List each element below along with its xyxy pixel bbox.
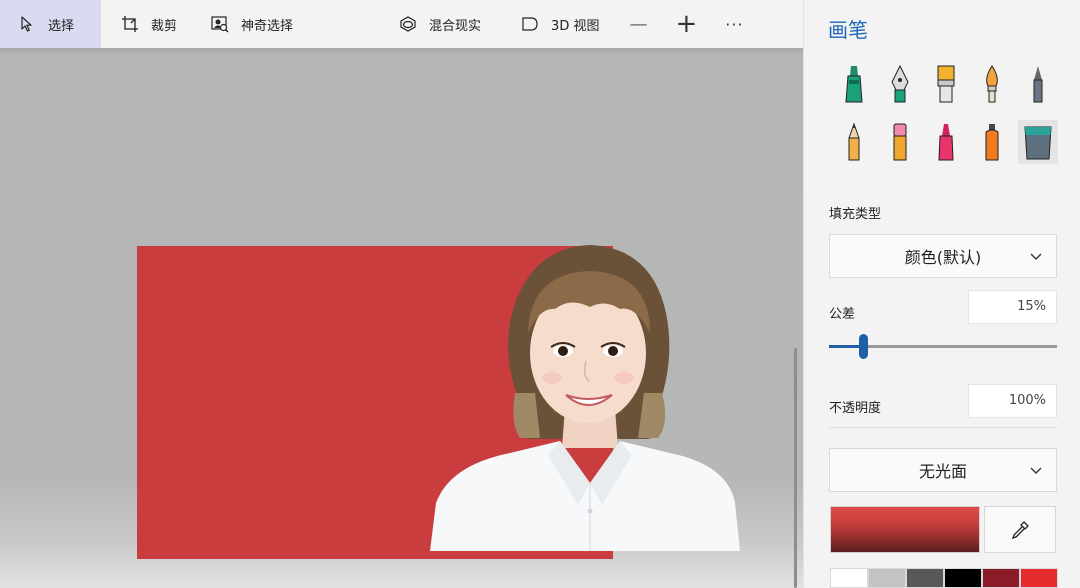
pencil-brush-button[interactable]: [1018, 62, 1058, 106]
crop-icon: [121, 15, 139, 33]
color-swatches: [830, 568, 1058, 588]
tolerance-slider-fill: [829, 345, 863, 348]
color-swatch[interactable]: [906, 568, 944, 588]
eraser-brush-button[interactable]: [880, 120, 920, 164]
finish-dropdown[interactable]: 无光面: [829, 448, 1057, 492]
brush-grid: [834, 62, 1064, 164]
pencil-icon: [1033, 66, 1043, 103]
tolerance-slider-thumb[interactable]: [859, 334, 868, 359]
magic-select-label: 神奇选择: [241, 18, 294, 34]
top-toolbar: 选择 裁剪 神奇选择 混合现实 3D 视图 — + ···: [0, 0, 803, 48]
tolerance-input[interactable]: 15%: [968, 290, 1057, 324]
watercolor-brush-button[interactable]: [972, 62, 1012, 106]
select-tool-button[interactable]: 选择: [0, 0, 101, 48]
toolbar-shadow: [0, 48, 803, 54]
mixed-reality-button[interactable]: 混合现实: [381, 0, 497, 48]
fill-bucket-icon: [1024, 126, 1052, 160]
magic-select-icon: [211, 15, 229, 33]
3d-view-icon: [521, 15, 539, 33]
marker-icon: [845, 66, 863, 103]
cursor-icon: [18, 15, 36, 33]
pink-marker-brush-button[interactable]: [926, 120, 966, 164]
pink-marker-icon: [938, 124, 954, 161]
eyedropper-button[interactable]: [984, 506, 1056, 553]
opacity-input[interactable]: 100%: [968, 384, 1057, 418]
chevron-down-icon: [1030, 253, 1042, 260]
marker-brush-button[interactable]: [834, 62, 874, 106]
canvas-area[interactable]: [0, 48, 803, 588]
opacity-label: 不透明度: [829, 401, 882, 416]
color-swatch[interactable]: [868, 568, 906, 588]
tolerance-label: 公差: [829, 307, 856, 322]
minus-icon: —: [629, 13, 648, 35]
vertical-scrollbar[interactable]: [794, 348, 797, 588]
3d-view-button[interactable]: 3D 视图: [503, 0, 615, 48]
calligraphy-pen-brush-button[interactable]: [880, 62, 920, 106]
color-swatch[interactable]: [982, 568, 1020, 588]
divider: [829, 427, 1057, 428]
more-options-button[interactable]: ···: [711, 0, 757, 48]
calligraphy-pen-icon: [891, 64, 909, 103]
oil-brush-button[interactable]: [926, 62, 966, 106]
mixed-reality-icon: [399, 15, 417, 33]
oil-brush-icon: [937, 65, 955, 103]
fill-type-label: 填充类型: [829, 207, 882, 222]
magic-select-tool-button[interactable]: 神奇选择: [193, 0, 309, 48]
current-color-preview[interactable]: [830, 506, 980, 553]
zoom-in-button[interactable]: +: [661, 0, 711, 48]
eraser-icon: [893, 123, 907, 161]
plus-icon: +: [675, 9, 698, 39]
fill-type-dropdown[interactable]: 颜色(默认): [829, 234, 1057, 278]
color-swatch[interactable]: [830, 568, 868, 588]
eyedropper-icon: [1011, 520, 1029, 539]
chevron-down-icon: [1030, 467, 1042, 474]
panel-title: 画笔: [828, 18, 868, 42]
select-label: 选择: [48, 18, 75, 34]
more-icon: ···: [725, 14, 744, 34]
brushes-panel: 画笔 填充类型 颜色(默认) 公差 15% 不透明度 100% 无光面: [803, 0, 1080, 588]
spray-can-brush-button[interactable]: [972, 120, 1012, 164]
color-swatch[interactable]: [944, 568, 982, 588]
3d-view-label: 3D 视图: [551, 18, 600, 34]
crayon-brush-button[interactable]: [834, 120, 874, 164]
color-swatch[interactable]: [1020, 568, 1058, 588]
crop-tool-button[interactable]: 裁剪: [103, 0, 193, 48]
fill-type-value: 颜色(默认): [904, 248, 982, 267]
zoom-out-button[interactable]: —: [615, 0, 661, 48]
crayon-icon: [848, 122, 860, 161]
finish-value: 无光面: [918, 462, 967, 481]
crop-label: 裁剪: [151, 18, 178, 34]
spray-can-icon: [985, 124, 999, 161]
mixed-reality-label: 混合现实: [429, 18, 482, 34]
portrait-photo[interactable]: [430, 243, 740, 551]
fill-bucket-brush-button[interactable]: [1018, 120, 1058, 164]
watercolor-icon: [986, 65, 998, 103]
